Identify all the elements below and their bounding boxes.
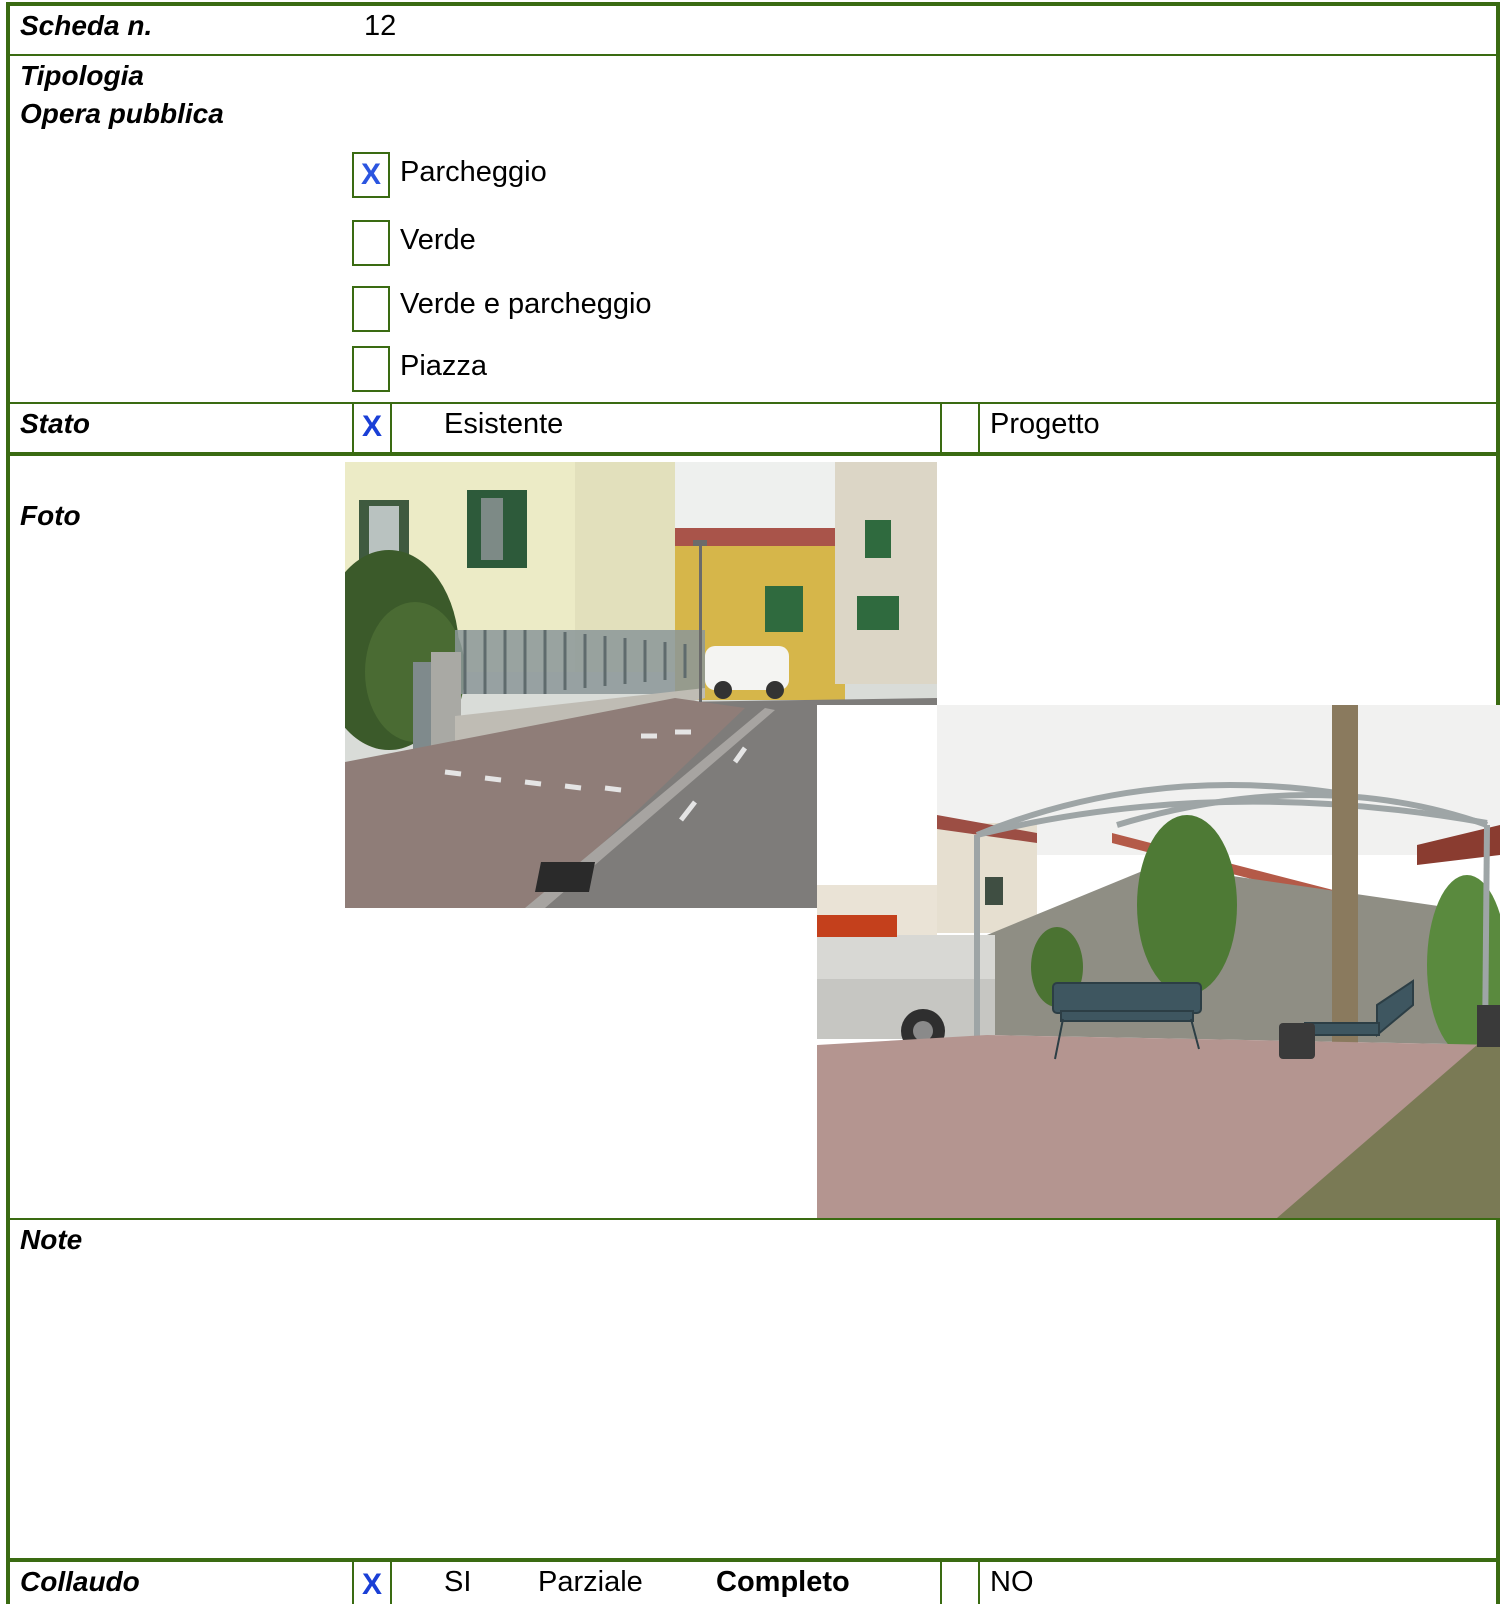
collaudo-si: SI (444, 1566, 472, 1598)
row-divider (6, 1218, 1500, 1220)
checkbox-piazza[interactable] (352, 346, 390, 392)
col-divider (940, 402, 942, 454)
stato-progetto: Progetto (990, 408, 1100, 440)
col-divider (940, 1558, 942, 1604)
collaudo-label: Collaudo (20, 1566, 140, 1597)
collaudo-parziale: Parziale (538, 1566, 643, 1598)
tipologia-label: Tipologia (20, 60, 144, 91)
row-divider (6, 1558, 1500, 1562)
scheda-label: Scheda n. (20, 10, 153, 41)
check-mark: X (360, 158, 381, 191)
note-label: Note (20, 1224, 83, 1255)
check-mark (354, 222, 388, 264)
collaudo-check-mark[interactable]: X (362, 1568, 382, 1602)
foto-label: Foto (20, 500, 81, 531)
cell-tick (330, 2, 352, 6)
collaudo-no: NO (990, 1566, 1034, 1598)
collaudo-completo: Completo (716, 1566, 850, 1598)
option-label-verde-e-parcheggio: Verde e parcheggio (400, 288, 652, 320)
col-divider (352, 402, 354, 454)
checkbox-verde-e-parcheggio[interactable] (352, 286, 390, 332)
row-divider (6, 452, 1500, 456)
checkbox-parcheggio[interactable]: X (352, 152, 390, 198)
col-divider (978, 402, 980, 454)
option-label-parcheggio: Parcheggio (400, 156, 547, 188)
option-label-piazza: Piazza (400, 350, 488, 382)
option-label-verde: Verde (400, 224, 476, 256)
col-divider (978, 1558, 980, 1604)
col-divider (390, 402, 392, 454)
stato-esistente: Esistente (444, 408, 564, 440)
check-mark (354, 348, 388, 390)
row-divider (6, 402, 1500, 404)
checkbox-verde[interactable] (352, 220, 390, 266)
scheda-value: 12 (364, 10, 397, 42)
col-divider (390, 1558, 392, 1604)
opera-pubblica-label: Opera pubblica (20, 98, 224, 129)
check-mark (354, 288, 388, 330)
row-divider (6, 54, 1500, 56)
stato-check-mark[interactable]: X (362, 410, 382, 444)
stato-label: Stato (20, 408, 90, 439)
col-divider (352, 1558, 354, 1604)
photo-piazza-benches (817, 705, 1500, 1218)
